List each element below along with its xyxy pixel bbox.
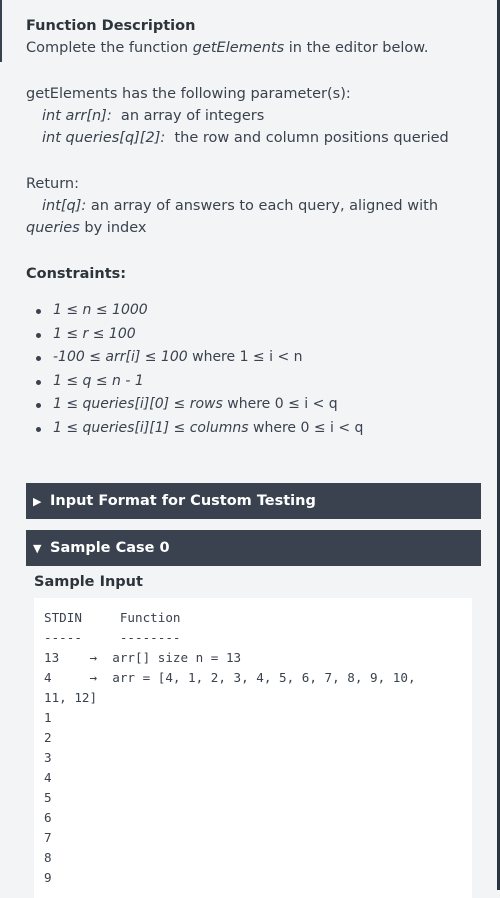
code-line: 8: [44, 850, 52, 865]
code-line: 9: [44, 870, 52, 885]
function-description-text: Complete the function getElements in the…: [26, 40, 429, 56]
parameter-arr: int arr[n]: an array of integers: [42, 108, 265, 124]
active-section-bar: [0, 0, 2, 62]
accordion-title: Input Format for Custom Testing: [50, 493, 316, 509]
code-line: 7: [44, 830, 52, 845]
constraint-item: 1 ≤ n ≤ 1000: [26, 299, 486, 323]
code-line: 4: [44, 770, 52, 785]
parameters-intro: getElements has the following parameter(…: [26, 86, 351, 102]
function-description-heading: Function Description: [26, 18, 196, 34]
constraints-list: 1 ≤ n ≤ 1000 1 ≤ r ≤ 100 -100 ≤ arr[i] ≤…: [26, 299, 486, 441]
function-name: getElements: [192, 40, 285, 56]
code-line: 4 → arr = [4, 1, 2, 3, 4, 5, 6, 7, 8, 9,…: [44, 670, 416, 685]
code-line: 1: [44, 710, 52, 725]
code-line: 2: [44, 730, 52, 745]
code-line: 13 → arr[] size n = 13: [44, 650, 242, 665]
code-line: ----- --------: [44, 630, 181, 645]
input-format-accordion[interactable]: ▶ Input Format for Custom Testing: [26, 483, 481, 519]
constraint-item: 1 ≤ queries[i][1] ≤ columns where 0 ≤ i …: [26, 417, 486, 441]
constraints-heading: Constraints:: [26, 266, 127, 282]
code-line: 6: [44, 810, 52, 825]
sample-input-label: Sample Input: [34, 574, 143, 590]
constraint-item: -100 ≤ arr[i] ≤ 100 where 1 ≤ i < n: [26, 346, 486, 370]
problem-statement: Function Description Complete the functi…: [26, 15, 486, 441]
accordion-title: Sample Case 0: [50, 540, 170, 556]
return-type: int[q]: an array of answers to each quer…: [42, 198, 439, 214]
constraint-item: 1 ≤ q ≤ n - 1: [26, 370, 486, 394]
code-line: 3: [44, 750, 52, 765]
constraint-item: 1 ≤ r ≤ 100: [26, 323, 486, 347]
caret-right-icon: ▶: [33, 495, 42, 508]
sample-case-accordion[interactable]: ▼ Sample Case 0: [26, 530, 481, 566]
return-label: Return:: [26, 176, 80, 192]
code-line: 11, 12]: [44, 690, 98, 705]
sample-input-code: STDIN Function ----- -------- 13 → arr[]…: [34, 598, 472, 898]
caret-down-icon: ▼: [33, 542, 42, 555]
code-line: 5: [44, 790, 52, 805]
constraint-item: 1 ≤ queries[i][0] ≤ rows where 0 ≤ i < q: [26, 393, 486, 417]
parameter-queries: int queries[q][2]: the row and column po…: [42, 130, 449, 146]
code-line: STDIN Function: [44, 610, 181, 625]
return-description: queries by index: [26, 220, 147, 236]
